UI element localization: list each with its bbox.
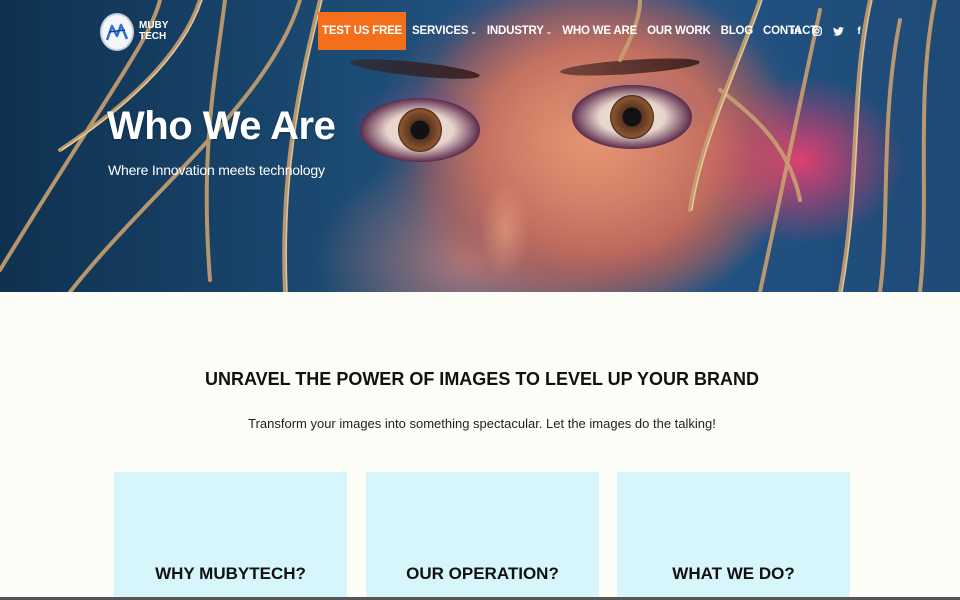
nav-industry[interactable]: INDUSTRY ⌄ [482, 12, 557, 50]
nav-label: TEST US FREE [322, 25, 403, 37]
nav-label: SERVICES [412, 25, 469, 37]
logo-line-1: MUBY [139, 20, 169, 31]
card-title: WHY MUBYTECH? [155, 564, 306, 583]
hero-subtitle: Where Innovation meets technology [108, 162, 325, 178]
card-why-mubytech[interactable]: WHY MUBYTECH? [114, 472, 347, 600]
hero-banner: MUBY TECH TEST US FREE SERVICES ⌄ INDUSTR… [0, 0, 960, 292]
section-subline: Transform your images into something spe… [248, 416, 716, 431]
logo-wordmark[interactable]: MUBY TECH [139, 20, 179, 42]
logo-line-2: TECH [139, 31, 167, 42]
facebook-icon[interactable]: f [853, 24, 865, 38]
chevron-down-icon: ⌄ [545, 26, 553, 36]
card-title: OUR OPERATION? [406, 564, 559, 583]
hero-title: Who We Are [107, 104, 336, 148]
card-title: WHAT WE DO? [672, 564, 795, 583]
nav-label: INDUSTRY [486, 25, 544, 37]
nav-services[interactable]: SERVICES ⌄ [407, 12, 482, 50]
section-headline: UNRAVEL THE POWER OF IMAGES TO LEVEL UP … [204, 369, 760, 389]
nav-label: OUR WORK [647, 25, 711, 37]
social-links: in f [790, 24, 865, 38]
nav-label: WHO WE ARE [562, 25, 638, 37]
nav-our-work[interactable]: OUR WORK [642, 12, 716, 50]
card-what-we-do[interactable]: WHAT WE DO? [617, 472, 850, 600]
twitter-icon[interactable] [832, 24, 844, 38]
nav-test-us-free[interactable]: TEST US FREE [318, 12, 407, 50]
linkedin-icon[interactable]: in [790, 24, 802, 38]
logo-mark-icon [105, 23, 129, 41]
nav-who-we-are[interactable]: WHO WE ARE [557, 12, 642, 50]
nav-label: BLOG [720, 25, 754, 37]
instagram-icon[interactable] [811, 24, 823, 38]
card-our-operation[interactable]: OUR OPERATION? [366, 472, 599, 600]
nav-blog[interactable]: BLOG [716, 12, 758, 50]
mubytech-logo[interactable] [100, 13, 134, 51]
main-navigation: TEST US FREE SERVICES ⌄ INDUSTRY ⌄ WHO WE … [318, 12, 822, 50]
chevron-down-icon: ⌄ [470, 26, 477, 36]
